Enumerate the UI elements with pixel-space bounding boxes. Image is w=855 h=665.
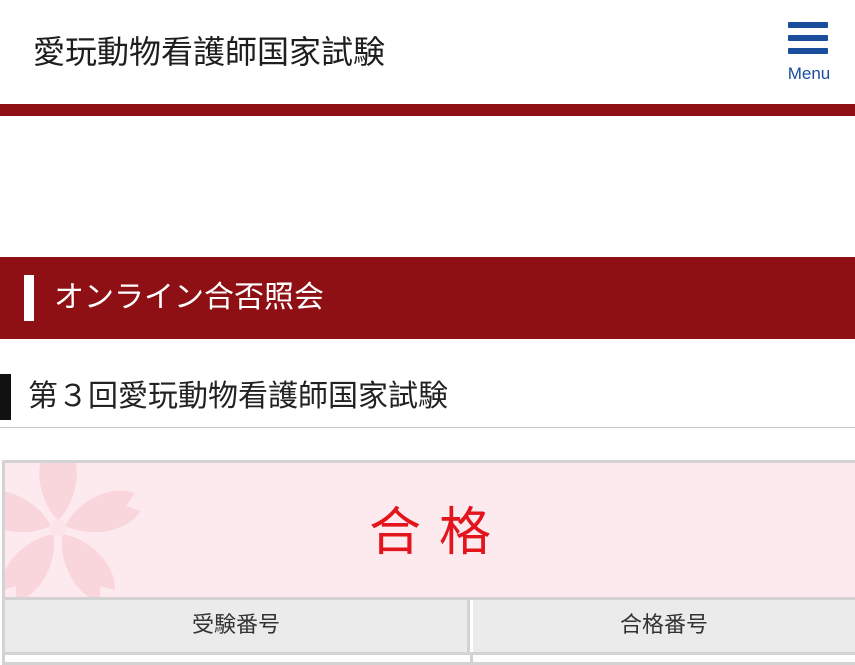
hamburger-menu-icon	[788, 22, 828, 56]
exam-heading: 第３回愛玩動物看護師国家試験	[0, 372, 855, 428]
result-table: 合格 受験番号 合格番号	[2, 460, 855, 665]
table-cell-divider	[470, 655, 473, 662]
menu-button[interactable]: Menu	[778, 18, 840, 90]
exam-title: 第３回愛玩動物看護師国家試験	[28, 379, 448, 414]
site-header: 愛玩動物看護師国家試験 Menu	[0, 0, 855, 104]
section-title: オンライン合否照会	[54, 280, 324, 315]
pass-status: 合格	[368, 503, 509, 563]
header-divider	[0, 104, 855, 116]
column-header-pass-number: 合格番号	[473, 600, 855, 652]
result-banner: 合格	[5, 463, 855, 600]
section-banner: オンライン合否照会	[0, 257, 855, 339]
site-title[interactable]: 愛玩動物看護師国家試験	[33, 30, 385, 74]
column-header-exam-number: 受験番号	[5, 600, 470, 652]
table-row-divider	[5, 652, 855, 655]
menu-label: Menu	[787, 64, 831, 83]
exam-heading-accent-bar	[0, 374, 11, 420]
banner-accent-bar	[24, 275, 34, 321]
